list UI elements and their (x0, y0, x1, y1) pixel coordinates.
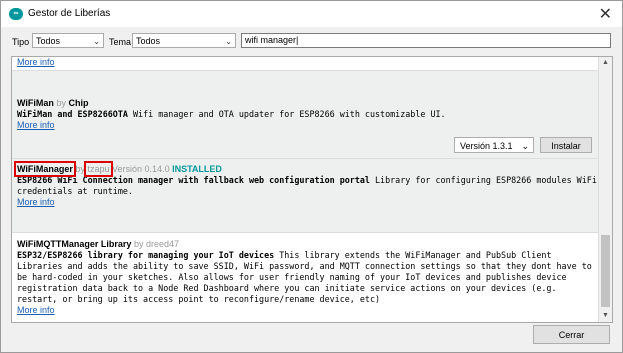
library-by: by (75, 164, 85, 174)
scrollbar-thumb[interactable] (601, 235, 610, 307)
filter-toolbar: Tipo Todos ⌄ Tema Todos ⌄ wifi manager| (1, 29, 622, 53)
type-select-value: Todos (36, 36, 61, 46)
search-input[interactable]: wifi manager| (241, 33, 611, 48)
vertical-scrollbar[interactable]: ▲ ▼ (598, 57, 612, 322)
search-input-value: wifi manager (245, 35, 297, 45)
close-icon[interactable]: ✕ (599, 4, 612, 24)
topic-label: Tema (109, 37, 132, 47)
topic-select[interactable]: Todos ⌄ (132, 33, 236, 48)
arduino-icon: ∞ (9, 8, 23, 20)
list-item[interactable]: WiFiManager by tzapu Versión 0.14.0 INST… (12, 159, 598, 233)
chevron-down-icon: ⌄ (225, 37, 232, 46)
type-label: Tipo (12, 37, 30, 47)
title-bar: ∞ Gestor de Liberías ✕ (1, 1, 622, 27)
library-sentence: ESP8266 WiFi Connection manager with fal… (17, 175, 370, 185)
library-name: WiFiMan (17, 98, 54, 108)
library-sentence: ESP32/ESP8266 library for managing your … (17, 250, 275, 260)
chevron-down-icon: ⌄ (93, 37, 100, 46)
more-info-link[interactable]: More info (17, 57, 55, 67)
chevron-down-icon: ⌄ (521, 141, 529, 151)
library-list[interactable]: More info WiFiMan by Chip WiFiMan and ES… (11, 56, 613, 323)
version-select[interactable]: Versión 1.3.1 ⌄ (454, 137, 534, 153)
more-info-link[interactable]: More info (17, 197, 55, 207)
library-name: WiFiManager (14, 161, 76, 177)
window-title: Gestor de Liberías (28, 8, 111, 19)
library-version: Versión 0.14.0 (112, 164, 170, 174)
scroll-down-icon[interactable]: ▼ (599, 310, 612, 322)
library-author: Chip (68, 98, 89, 108)
library-by: by (133, 239, 144, 249)
library-sentence: WiFiMan and ESP8266OTA (17, 109, 128, 119)
installed-badge: INSTALLED (172, 164, 222, 174)
library-author: tzapu (84, 161, 113, 177)
library-name: WiFiMQTTManager Library (17, 239, 132, 249)
library-by: by (56, 98, 66, 108)
list-item: More info (12, 57, 598, 71)
library-description: Wifi manager and OTA updater for ESP8266… (132, 109, 446, 119)
more-info-link[interactable]: More info (17, 120, 55, 130)
more-info-link[interactable]: More info (17, 305, 55, 315)
library-author: dreed47 (145, 239, 180, 249)
install-button[interactable]: Instalar (540, 137, 592, 153)
list-item[interactable]: WiFiMQTTManager Library by dreed47 ESP32… (12, 233, 598, 322)
library-manager-window: ∞ Gestor de Liberías ✕ Tipo Todos ⌄ Tema… (0, 0, 623, 353)
close-button[interactable]: Cerrar (533, 325, 610, 344)
list-item[interactable]: WiFiMan by Chip WiFiMan and ESP8266OTA W… (12, 71, 598, 159)
scroll-up-icon[interactable]: ▲ (599, 57, 612, 69)
topic-select-value: Todos (136, 36, 161, 46)
version-select-value: Versión 1.3.1 (460, 141, 513, 151)
type-select[interactable]: Todos ⌄ (32, 33, 104, 48)
